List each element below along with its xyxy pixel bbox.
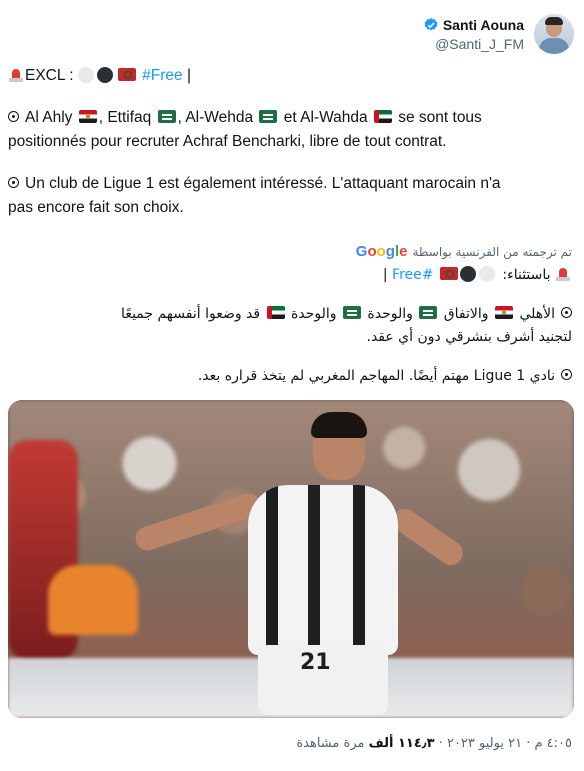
egypt-flag-icon — [494, 306, 513, 319]
handle[interactable]: @Santi_J_FM — [423, 36, 524, 52]
tweet-ar-para-2: نادي Ligue 1 مهتم أيضًا. المهاجم المغربي… — [8, 365, 572, 388]
tweet-para-2-line-2: pas encore fait son choix. — [8, 199, 184, 216]
player-jersey — [248, 485, 398, 655]
tweet-time[interactable]: ٤:٠٥ م — [534, 736, 572, 751]
user-block[interactable]: Santi Aouna @Santi_J_FM — [423, 17, 524, 52]
translation-label: تم ترجمته من الفرنسية بواسطة — [412, 244, 572, 259]
white-circle-icon — [77, 67, 94, 83]
bullet-icon — [561, 369, 572, 380]
tweet-ar-para-1-line-2: لتجنيد أشرف بنشرقي دون أي عقد. — [366, 329, 573, 345]
display-name[interactable]: Santi Aouna — [443, 17, 524, 33]
tweet-header: Santi Aouna @Santi_J_FM — [10, 10, 574, 58]
separator-text: | — [182, 67, 191, 84]
bullet-icon — [8, 177, 19, 188]
excl-label: EXCL : — [25, 67, 74, 84]
separator: · — [522, 736, 535, 751]
club-al-wehda: , Al-Wehda — [177, 109, 254, 126]
tweet-text-translated: باستثناء: #Free | الأهلي والاتفاق والوحد… — [8, 264, 572, 388]
saudi-flag-icon — [157, 110, 176, 123]
translation-attribution[interactable]: تم ترجمته من الفرنسية بواسطة Google — [356, 243, 572, 260]
tweet-text-fragment: نادي Ligue 1 مهتم أيضًا. المهاجم المغربي… — [197, 368, 555, 384]
uae-flag-icon — [266, 306, 285, 319]
hashtag-free-link[interactable]: #Free — [142, 67, 183, 84]
jersey-number: 21 — [300, 650, 331, 675]
player-hair — [311, 412, 367, 438]
google-logo: Google — [355, 243, 408, 260]
club-al-wehda: والوحدة — [367, 306, 418, 322]
siren-icon — [555, 266, 571, 281]
hashtag-free-link[interactable]: #Free — [392, 267, 433, 283]
tweet-date[interactable]: ٢١ يوليو ٢٠٢٣ — [447, 736, 522, 751]
tweet-para-2: Un club de Ligue 1 est également intéres… — [8, 172, 570, 196]
saudi-flag-icon — [419, 306, 438, 319]
tweet-ar-para-1: الأهلي والاتفاق والوحدة والوحدة قد وضعوا… — [8, 303, 572, 326]
tweet-text-fragment: قد وضعوا أنفسهم جميعًا — [121, 306, 265, 322]
tweet-metadata: ٤:٠٥ م · ٢١ يوليو ٢٠٢٣ · ١١٤٫٣ ألف مرة م… — [296, 736, 572, 751]
tweet-text-original: EXCL : #Free | Al Ahly , Ettifaq , Al-We… — [8, 64, 570, 220]
white-circle-icon — [478, 266, 495, 282]
tweet-ar-line-1: باستثناء: #Free | — [8, 264, 572, 287]
uae-flag-icon — [373, 110, 392, 123]
separator-text: | — [382, 267, 393, 283]
tweet-text-fragment: Un club de Ligue 1 est également intéres… — [25, 175, 501, 192]
tweet-text-fragment: se sont tous — [393, 109, 482, 126]
tweet-para-1-line-2: positionnés pour recruter Achraf Benchar… — [8, 133, 447, 150]
black-circle-icon — [459, 266, 476, 282]
excl-label: باستثناء: — [502, 267, 551, 283]
egypt-flag-icon — [78, 110, 97, 123]
avatar[interactable] — [534, 14, 574, 54]
morocco-flag-icon — [117, 68, 136, 81]
saudi-flag-icon — [259, 110, 278, 123]
saudi-flag-icon — [342, 306, 361, 319]
club-ettifaq: , Ettifaq — [98, 109, 152, 126]
tweet-photo[interactable]: 21 — [8, 400, 574, 718]
morocco-flag-icon — [439, 267, 458, 280]
club-al-ahly: Al Ahly — [25, 109, 73, 126]
club-al-wahda: والوحدة — [291, 306, 341, 322]
bullet-icon — [561, 307, 572, 318]
siren-icon — [8, 67, 24, 82]
tweet-para-1: Al Ahly , Ettifaq , Al-Wehda et Al-Wahda… — [8, 106, 570, 130]
club-ettifaq: والاتفاق — [443, 306, 493, 322]
separator: · — [434, 736, 447, 751]
bullet-icon — [8, 111, 19, 122]
black-circle-icon — [96, 67, 113, 83]
views-label: مرة مشاهدة — [296, 736, 365, 751]
tweet-line-1: EXCL : #Free | — [8, 64, 570, 88]
background-player-orange — [48, 565, 138, 635]
club-al-ahly: الأهلي — [519, 306, 555, 322]
club-al-wahda: et Al-Wahda — [279, 109, 368, 126]
views-count: ١١٤٫٣ ألف — [368, 736, 435, 751]
verified-badge-icon — [424, 17, 438, 30]
